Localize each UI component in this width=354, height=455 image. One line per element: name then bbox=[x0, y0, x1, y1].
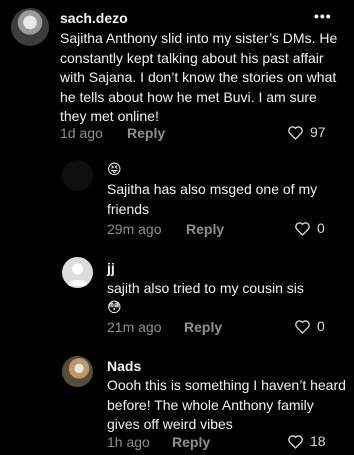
comment-item: Nads Oooh this is something I haven’t he… bbox=[0, 350, 354, 455]
comment-item: jj sajith also tried to my cousin sis 😳 … bbox=[0, 250, 354, 350]
like-count: 18 bbox=[310, 433, 326, 449]
comment-item: sach.dezo ••• Sajitha Anthony slid into … bbox=[0, 0, 354, 150]
comment-username[interactable]: 😝 bbox=[107, 161, 122, 178]
comment-timestamp: 1h ago bbox=[107, 434, 150, 450]
avatar[interactable] bbox=[11, 8, 49, 46]
like-count: 0 bbox=[317, 318, 325, 334]
comment-timestamp: 21m ago bbox=[107, 319, 162, 335]
comment-text: Sajitha Anthony slid into my sister’s DM… bbox=[60, 30, 338, 124]
like-button[interactable]: 97 bbox=[287, 124, 326, 140]
avatar[interactable] bbox=[62, 257, 93, 288]
reply-button[interactable]: Reply bbox=[172, 434, 210, 450]
like-button[interactable]: 0 bbox=[294, 220, 325, 236]
comment-username[interactable]: jj bbox=[107, 260, 115, 276]
comment-text: Oooh this is something I haven’t heard b… bbox=[107, 377, 346, 432]
comment-text: Sajitha has also msged one of my friends bbox=[107, 181, 318, 217]
comment-timestamp: 29m ago bbox=[107, 221, 162, 237]
heart-icon bbox=[288, 125, 303, 140]
reply-button[interactable]: Reply bbox=[127, 125, 165, 141]
reply-button[interactable]: Reply bbox=[184, 319, 222, 335]
heart-icon bbox=[295, 319, 310, 334]
comment-timestamp: 1d ago bbox=[60, 125, 103, 141]
comment-emoji: 😳 bbox=[107, 299, 122, 315]
heart-icon bbox=[288, 434, 303, 449]
like-count: 0 bbox=[317, 220, 325, 236]
avatar[interactable] bbox=[62, 356, 93, 387]
comment-username[interactable]: sach.dezo bbox=[60, 10, 128, 26]
like-count: 97 bbox=[310, 124, 326, 140]
reply-button[interactable]: Reply bbox=[186, 221, 224, 237]
default-avatar-icon bbox=[67, 263, 88, 286]
more-options-icon[interactable]: ••• bbox=[314, 8, 332, 24]
heart-icon bbox=[295, 221, 310, 236]
like-button[interactable]: 0 bbox=[294, 318, 325, 334]
like-button[interactable]: 18 bbox=[287, 433, 326, 449]
comment-item: 😝 Sajitha has also msged one of my frien… bbox=[0, 150, 354, 250]
avatar[interactable] bbox=[62, 160, 93, 191]
comment-username[interactable]: Nads bbox=[107, 358, 141, 374]
comment-text: sajith also tried to my cousin sis bbox=[107, 280, 304, 296]
